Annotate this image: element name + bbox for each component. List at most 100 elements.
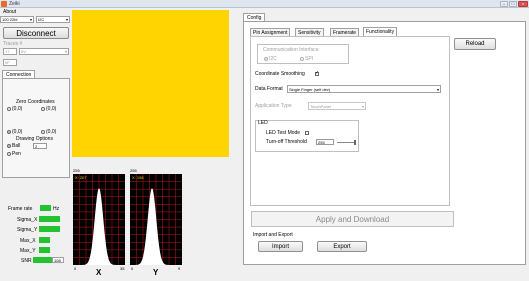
origin-option-1[interactable]: (0,0) (7, 129, 22, 135)
chevron-down-icon: ▾ (29, 17, 32, 22)
data-format-label: Data Format (255, 86, 283, 92)
frame-rate-unit: Hz (53, 206, 60, 212)
about-menu[interactable]: About (3, 9, 16, 15)
chevron-down-icon: ▾ (64, 49, 67, 54)
origin-option-1-label: (0,0) (12, 129, 23, 135)
data-format-select[interactable]: Single Finger (self dev) ▾ (287, 85, 441, 93)
radio-icon (7, 151, 11, 156)
sigma-y-value (39, 226, 60, 232)
functionality-panel: Communication Interface I2C SPI Coordina… (250, 36, 450, 206)
app-icon (1, 1, 7, 7)
chevron-down-icon: ▾ (436, 87, 439, 92)
chevron-down-icon: ▾ (65, 17, 68, 22)
traces-x-spin[interactable]: 17 (3, 48, 17, 55)
max-x-label: Max_X (20, 238, 36, 244)
histogram-y-plot (130, 174, 182, 265)
comm-interface-group: Communication Interface I2C SPI (257, 44, 349, 64)
sigma-x-label: Sigma_X (17, 217, 38, 223)
radio-selected-icon (7, 129, 11, 134)
ball-option[interactable]: Ball (7, 143, 20, 149)
minimize-button[interactable]: – (500, 1, 508, 7)
drawing-options-label: Drawing Options (16, 136, 53, 142)
disconnect-button[interactable]: Disconnect (3, 27, 69, 39)
histogram-x-plot (73, 174, 125, 265)
histogram-x: X: 207 (73, 174, 125, 265)
led-group: LED LED Test Mode Turn-off Threshold 255 (255, 120, 359, 152)
sigma-y-label: Sigma_Y (17, 227, 38, 233)
origin-option-2-label: (0,0) (46, 129, 57, 135)
traces-label: Traces # (3, 41, 23, 47)
app-type-label: Application Type (255, 103, 292, 109)
zero-option-1-label: (0,0) (12, 106, 23, 112)
data-format-value: Single Finger (self dev) (289, 87, 331, 92)
radio-icon (7, 106, 11, 111)
radio-icon (41, 129, 45, 134)
comm-interface-label: Communication Interface (262, 47, 320, 53)
interface-combo-value: I2C (38, 17, 45, 22)
app-type-select: TouchPanel ▾ (308, 102, 366, 110)
led-test-mode-checkbox[interactable] (305, 131, 309, 135)
zero-option-2[interactable]: (0,0) (41, 106, 56, 112)
close-button[interactable]: x (518, 1, 528, 7)
device-combo-value: 100 22bl (2, 17, 18, 22)
radio-icon (300, 56, 304, 61)
comm-i2c-option: I2C (264, 56, 277, 62)
traces-y-combo[interactable]: 8V ▾ (19, 48, 69, 55)
coord-smoothing-label: Coordinate Smoothing (255, 71, 305, 77)
max-y-label: Max_Y (20, 248, 36, 254)
app-type-value: TouchPanel (310, 104, 331, 109)
reload-button[interactable]: Reload (454, 38, 496, 50)
hist-x-max-label: 255 (73, 168, 80, 173)
traces-third-spin[interactable]: 0F (3, 59, 17, 66)
zero-coordinates-label: Zero Coordinates (16, 99, 55, 105)
device-combo[interactable]: 100 22bl ▾ (0, 16, 34, 23)
frame-rate-label: Frame rate (8, 206, 33, 212)
pen-option-label: Pen (12, 151, 21, 157)
subtab-functionality[interactable]: Functionality (363, 27, 398, 36)
touch-canvas[interactable] (72, 10, 229, 157)
hist-x-readout: X: 207 (75, 175, 87, 180)
radio-icon (41, 106, 45, 111)
snr-value: 108 (52, 257, 64, 263)
led-test-mode-label: LED Test Mode (266, 130, 301, 136)
chevron-down-icon: ▾ (361, 104, 364, 109)
zero-option-1[interactable]: (0,0) (7, 106, 22, 112)
pen-option[interactable]: Pen (7, 151, 21, 157)
slider-thumb[interactable] (354, 140, 356, 145)
frame-rate-value (40, 205, 51, 211)
ball-size-spin[interactable]: 2 (33, 143, 47, 149)
histogram-peak (73, 188, 125, 265)
turnoff-threshold-slider[interactable] (337, 142, 355, 143)
hist-y-min: 0 (131, 266, 134, 271)
max-y-value (39, 247, 50, 253)
maximize-button[interactable]: □ (509, 1, 517, 7)
led-label: LED (258, 120, 268, 126)
comm-spi-label: SPI (305, 56, 314, 62)
config-panel: Pin Assignment Sensitivity Framerate Fun… (243, 21, 526, 265)
import-export-label: Import and Export (253, 232, 293, 238)
ball-option-label: Ball (12, 143, 21, 149)
histogram-y: X: 158 (130, 174, 182, 265)
hist-y-readout: X: 158 (132, 175, 144, 180)
title-bar: Zeiki – □ x (0, 0, 529, 8)
interface-combo[interactable]: I2C ▾ (36, 16, 70, 23)
export-button[interactable]: Export (317, 241, 367, 252)
coord-smoothing-checkbox[interactable] (315, 70, 319, 76)
hist-x-axis-label: X (96, 268, 102, 277)
window-title: Zeiki (9, 1, 20, 7)
hist-x-min: 0 (74, 266, 77, 271)
radio-selected-icon (264, 56, 268, 61)
hist-y-axis-label: Y (153, 268, 159, 277)
snr-label: SNR (21, 258, 32, 264)
turnoff-threshold-label: Turn-off Threshold (266, 139, 307, 145)
snr-bar (33, 257, 52, 263)
turnoff-threshold-spin[interactable]: 255 (316, 139, 334, 145)
max-x-value (39, 237, 50, 243)
origin-option-2[interactable]: (0,0) (41, 129, 56, 135)
radio-selected-icon (7, 143, 11, 148)
sigma-x-value (39, 216, 60, 222)
apply-and-download-button[interactable]: Apply and Download (251, 211, 454, 227)
import-button[interactable]: Import (258, 241, 303, 252)
connection-panel: Zero Coordinates (0,0) (0,0) (0,0) (0,0)… (2, 78, 70, 178)
traces-y-value: 8V (21, 49, 26, 54)
